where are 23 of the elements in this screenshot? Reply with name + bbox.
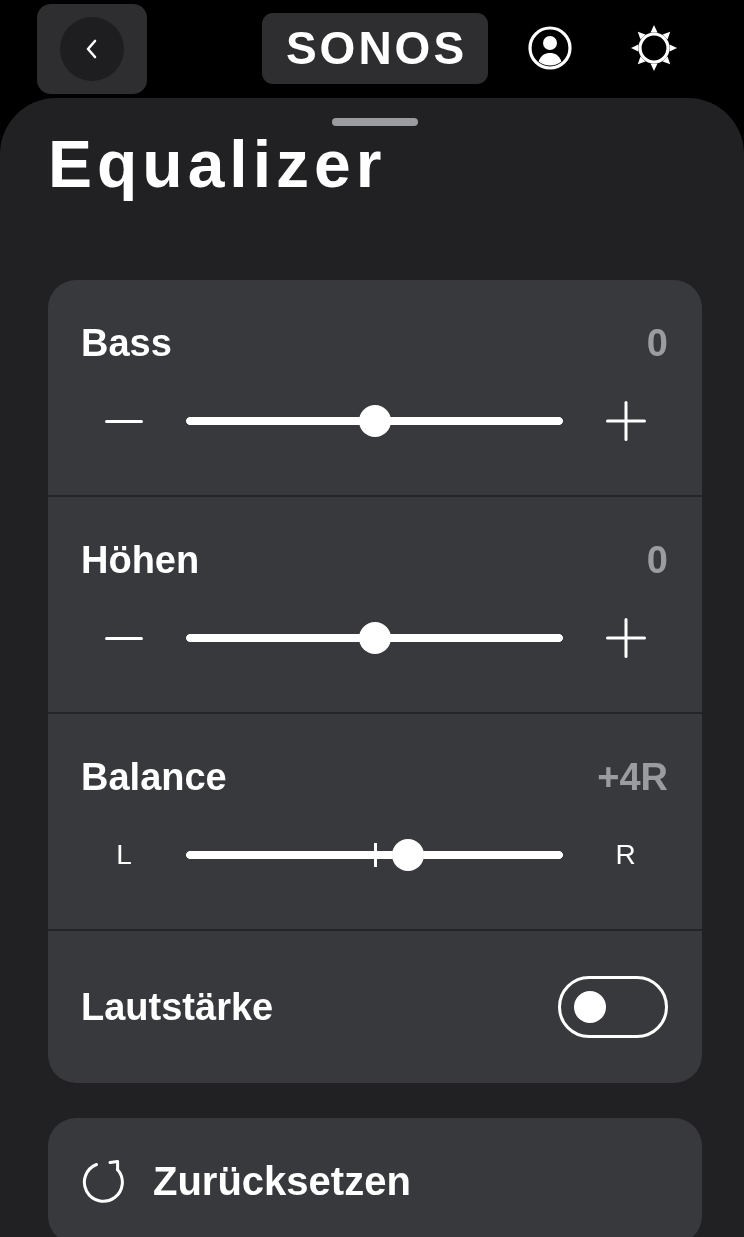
reset-button[interactable]: Zurücksetzen [48, 1118, 702, 1237]
account-icon[interactable] [528, 26, 572, 70]
setting-value: 0 [646, 321, 668, 365]
left-label: L [116, 839, 132, 871]
setting-value: 0 [646, 538, 668, 582]
drag-handle[interactable] [332, 118, 418, 126]
page-title: Equalizer [48, 129, 387, 199]
reset-icon [81, 1158, 127, 1204]
setting-value: +4R [597, 755, 668, 799]
setting-label: Balance [81, 755, 227, 799]
logo: SONOS [262, 12, 488, 84]
plus-icon[interactable] [605, 401, 646, 441]
minus-icon[interactable] [105, 419, 143, 423]
minus-icon[interactable] [105, 636, 143, 640]
settings-icon[interactable] [630, 24, 678, 72]
right-label: R [615, 839, 636, 871]
setting-label: Höhen [81, 538, 200, 582]
plus-icon[interactable] [605, 618, 646, 658]
center-tick-icon [373, 843, 377, 867]
setting-label: Bass [81, 321, 172, 365]
setting-label: Lautstärke [81, 985, 274, 1029]
back-icon [60, 17, 124, 81]
toggle-switch[interactable] [558, 976, 668, 1038]
